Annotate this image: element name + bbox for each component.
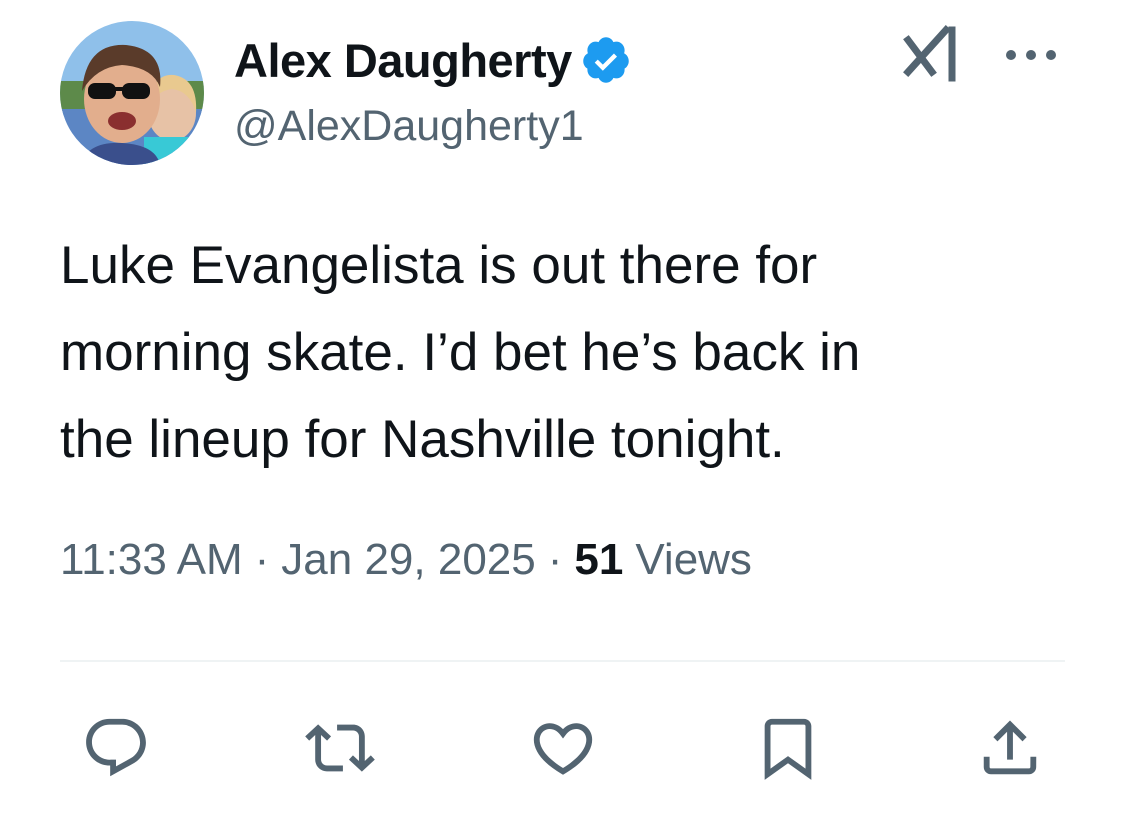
views-label: Views xyxy=(635,535,752,584)
author-display-name[interactable]: Alex Daugherty xyxy=(234,33,572,88)
views-count: 51 xyxy=(574,535,624,584)
like-icon xyxy=(533,723,593,775)
retweet-button[interactable] xyxy=(302,710,378,786)
share-button[interactable] xyxy=(972,710,1048,786)
author-handle[interactable]: @AlexDaugherty1 xyxy=(234,102,584,151)
meta-separator: · xyxy=(254,535,270,584)
share-icon xyxy=(983,720,1037,775)
bookmark-button[interactable] xyxy=(750,710,826,786)
more-options-icon[interactable] xyxy=(1003,44,1059,66)
like-button[interactable] xyxy=(525,710,601,786)
tweet-date[interactable]: Jan 29, 2025 xyxy=(281,535,535,585)
tweet-text: Luke Evangelista is out there for mornin… xyxy=(60,236,861,469)
reply-button[interactable] xyxy=(78,710,154,786)
tweet-meta: 11:33 AM · Jan 29, 2025 · 51 Views xyxy=(60,535,752,585)
grok-icon[interactable] xyxy=(902,22,964,84)
bookmark-icon xyxy=(764,718,812,780)
retweet-icon xyxy=(305,724,375,772)
verified-badge-icon xyxy=(580,34,632,86)
reply-icon xyxy=(86,718,146,777)
author-name-row[interactable]: Alex Daugherty xyxy=(234,30,632,90)
meta-separator: · xyxy=(547,535,563,584)
avatar[interactable] xyxy=(60,21,204,165)
divider xyxy=(60,660,1065,662)
tweet-time[interactable]: 11:33 AM xyxy=(60,535,243,585)
